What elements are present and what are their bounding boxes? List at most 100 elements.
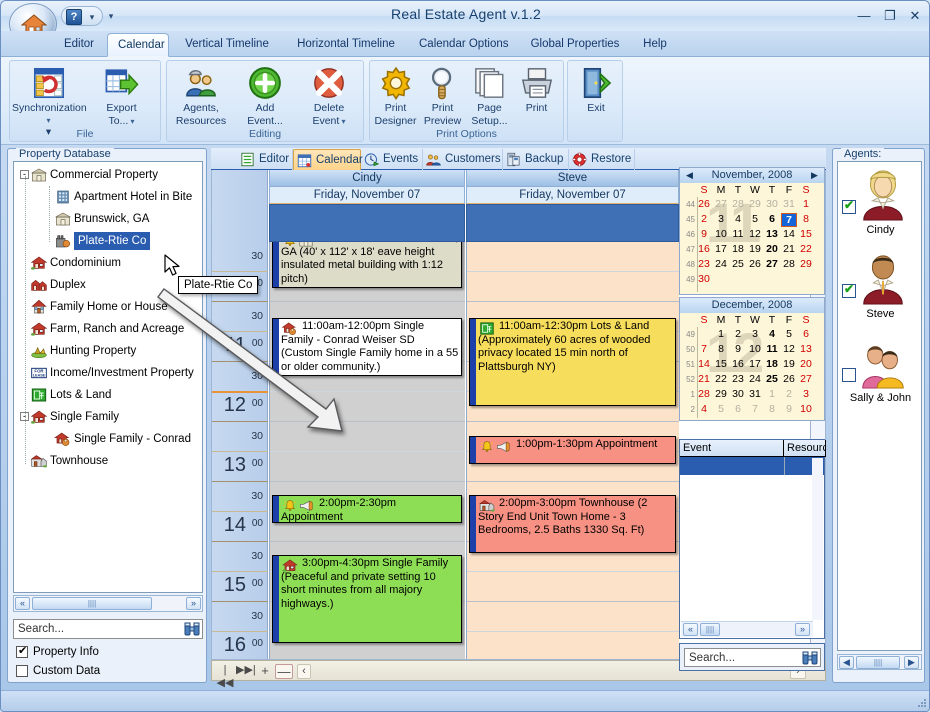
help-icon[interactable]: ? (66, 9, 82, 25)
ribbon-button-page-setup[interactable]: PageSetup... (466, 64, 513, 130)
mini-calendar-november[interactable]: November, 2008 ◀ ▶ 11 SMTWTFS44262728293… (679, 167, 825, 295)
day-column-body[interactable]: 11:00am-12:30pm Lots & Land (Approximate… (466, 242, 679, 660)
mini-calendar-day[interactable]: 17 (713, 243, 729, 257)
agents-list[interactable]: CindySteveSally & John (837, 161, 922, 651)
last-icon[interactable]: ▶▶| (236, 664, 254, 679)
mini-calendar-day[interactable]: 20 (764, 243, 780, 257)
agent-visibility-checkbox[interactable] (842, 368, 856, 382)
mini-calendar-day[interactable]: 16 (730, 358, 746, 372)
tree-scroll-thumb[interactable]: |||| (32, 597, 152, 610)
mini-calendar-day[interactable]: 7 (747, 403, 763, 417)
mini-calendar-day[interactable]: 6 (764, 213, 780, 227)
mini-calendar-day[interactable]: 29 (747, 198, 763, 212)
event-column-header[interactable]: Event (680, 440, 784, 457)
close-button[interactable]: ✕ (906, 9, 924, 25)
mini-calendar-day[interactable]: 21 (781, 243, 797, 257)
mini-calendar-day[interactable]: 29 (713, 388, 729, 402)
mini-calendar-day[interactable]: 12 (747, 228, 763, 242)
agent-visibility-checkbox[interactable] (842, 284, 856, 298)
ribbon-button-print-designer[interactable]: PrintDesigner (372, 64, 419, 130)
mini-calendar-day[interactable]: 15 (798, 228, 814, 242)
mini-calendar-day[interactable]: 10 (798, 403, 814, 417)
custom-data-checkbox[interactable] (16, 665, 28, 677)
ribbon-tab-calendar-options[interactable]: Calendar Options (409, 33, 517, 57)
day-column-agent-header[interactable]: Steve (466, 170, 679, 187)
tree-scroll-right-button[interactable]: » (186, 597, 201, 610)
mini-calendar-day[interactable]: 27 (713, 198, 729, 212)
mini-calendar-day[interactable]: 7 (696, 343, 712, 357)
calendar-time-slot[interactable] (467, 602, 679, 632)
mini-calendar-day[interactable]: 16 (696, 243, 712, 257)
calendar-event[interactable]: 3:00pm-4:30pm Single Family (Peaceful an… (272, 555, 462, 643)
mini-calendar-day[interactable]: 1 (798, 198, 814, 212)
mini-calendar-day[interactable]: 24 (713, 258, 729, 272)
mini-calendar-day[interactable]: 27 (764, 258, 780, 272)
mini-calendar-day[interactable]: 8 (764, 403, 780, 417)
mini-calendar-day[interactable]: 14 (696, 358, 712, 372)
mini-calendar-day[interactable]: 14 (781, 228, 797, 242)
chevron-down-icon[interactable]: ▾ (339, 117, 345, 126)
calendar-time-slot[interactable] (467, 632, 679, 660)
day-column-date-header[interactable]: Friday, November 07 (466, 187, 679, 204)
maximize-button[interactable]: ❐ (881, 9, 899, 25)
all-day-band[interactable] (466, 204, 679, 242)
mini-calendar-day[interactable]: 17 (747, 358, 763, 372)
mini-calendar-day[interactable]: 25 (764, 373, 780, 387)
ribbon-button-synchronization[interactable]: Synchronization ▾▾ (12, 64, 85, 130)
mini-calendar-day[interactable]: 9 (730, 343, 746, 357)
ribbon-button-agents-resources[interactable]: Agents,Resources (169, 64, 233, 130)
section-tab-editor[interactable]: Editor (237, 149, 293, 170)
mini-calendar-day[interactable]: 15 (713, 358, 729, 372)
mini-calendar-day[interactable]: 26 (696, 198, 712, 212)
mini-calendar-day[interactable]: 30 (696, 273, 712, 287)
mini-calendar-day[interactable]: 26 (781, 373, 797, 387)
mini-calendar-day[interactable]: 5 (781, 328, 797, 342)
agent-visibility-checkbox[interactable] (842, 200, 856, 214)
minimize-button[interactable]: — (855, 9, 873, 25)
calendar-event[interactable]: 11:00am-12:30pm Lots & Land (Approximate… (469, 318, 676, 406)
agent-item-steve[interactable]: Steve (838, 250, 922, 330)
mini-calendar-day[interactable]: 1 (713, 328, 729, 342)
event-grid-vertical-scrollbar[interactable] (812, 458, 823, 620)
chevron-down-icon[interactable]: ▾ (86, 12, 98, 24)
ribbon-tab-vertical-timeline[interactable]: Vertical Timeline (171, 33, 283, 57)
remove-icon[interactable]: — (275, 664, 293, 679)
mini-calendar-day[interactable]: 18 (764, 358, 780, 372)
mini-calendar-day[interactable]: 6 (730, 403, 746, 417)
ribbon-tab-calendar[interactable]: Calendar (107, 33, 169, 57)
mini-calendar-day[interactable]: 31 (747, 388, 763, 402)
mini-calendar-prev-button[interactable]: ◀ (684, 170, 695, 181)
agents-scroll-left-button[interactable]: ◀ (839, 656, 854, 669)
section-tab-customers[interactable]: Customers (423, 149, 503, 170)
agent-item-sally-john[interactable]: Sally & John (838, 334, 922, 414)
qat-dropdown-icon[interactable]: ▾ (105, 11, 117, 23)
property-info-checkbox[interactable] (16, 646, 28, 658)
section-tab-calendar[interactable]: Calendar (293, 149, 361, 170)
calendar-time-slot[interactable] (270, 422, 465, 452)
agents-scroll-right-button[interactable]: ▶ (904, 656, 919, 669)
mini-calendar-day[interactable]: 19 (781, 358, 797, 372)
mini-calendar-day[interactable]: 2 (781, 388, 797, 402)
all-day-band[interactable] (269, 204, 465, 242)
ribbon-tab-global-properties[interactable]: Global Properties (519, 33, 631, 57)
mini-calendar-day[interactable]: 2 (730, 328, 746, 342)
event-grid-scroll-thumb[interactable]: |||| (700, 623, 720, 636)
mini-calendar-day[interactable]: 5 (713, 403, 729, 417)
agent-item-cindy[interactable]: Cindy (838, 166, 922, 246)
first-icon[interactable]: |◀◀ (216, 664, 234, 679)
mini-calendar-day[interactable]: 31 (781, 198, 797, 212)
mini-calendar-day[interactable]: 8 (798, 213, 814, 227)
chevron-down-icon[interactable]: ▾ (128, 117, 134, 126)
chevron-down-icon[interactable]: ▾ (46, 116, 50, 125)
mini-calendar-day[interactable]: 6 (798, 328, 814, 342)
ribbon-button-print-preview[interactable]: PrintPreview (419, 64, 466, 130)
section-tab-restore[interactable]: Restore (569, 149, 635, 170)
table-row[interactable] (680, 457, 824, 475)
mini-calendar-day[interactable]: 29 (798, 258, 814, 272)
mini-calendar-day[interactable]: 11 (764, 343, 780, 357)
prev-icon[interactable]: ‹ (297, 664, 311, 679)
mini-calendar-day[interactable]: 21 (696, 373, 712, 387)
resource-column-header[interactable]: Resource (784, 440, 826, 457)
mini-calendar-day[interactable]: 3 (747, 328, 763, 342)
ribbon-button-add-event[interactable]: AddEvent... (233, 64, 297, 130)
